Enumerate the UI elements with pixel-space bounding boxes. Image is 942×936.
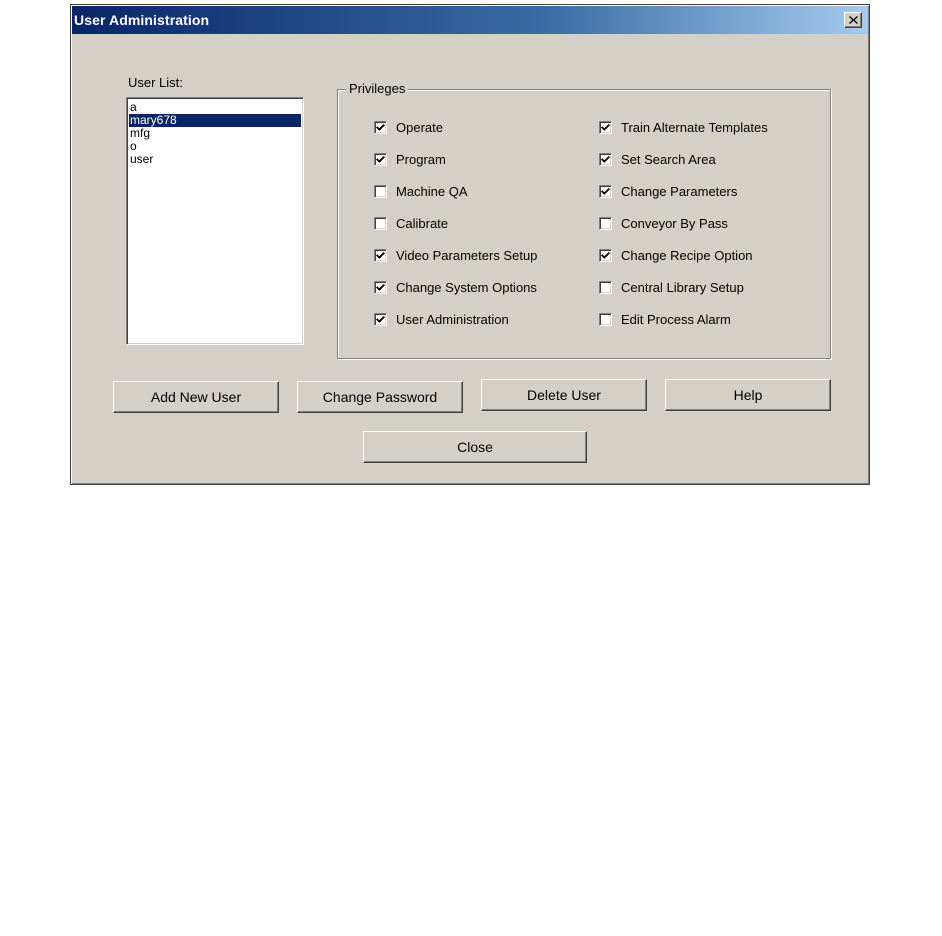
check-icon <box>376 251 385 260</box>
checkbox-box[interactable] <box>374 185 387 198</box>
privilege-checkbox-machine-qa[interactable]: Machine QA <box>374 184 468 199</box>
checkbox-box[interactable] <box>374 217 387 230</box>
checkbox-box[interactable] <box>599 121 612 134</box>
privilege-checkbox-change-system-options[interactable]: Change System Options <box>374 280 537 295</box>
privilege-label: Machine QA <box>396 184 468 199</box>
checkbox-box[interactable] <box>599 153 612 166</box>
check-icon <box>376 283 385 292</box>
privilege-checkbox-change-parameters[interactable]: Change Parameters <box>599 184 737 199</box>
check-icon <box>376 155 385 164</box>
privilege-label: Central Library Setup <box>621 280 744 295</box>
privilege-label: Calibrate <box>396 216 449 231</box>
privilege-label: Change Parameters <box>621 184 738 199</box>
check-icon <box>601 187 610 196</box>
privilege-label: Program <box>396 152 446 167</box>
user-administration-dialog: User Administration User List: a mary678 m… <box>70 4 870 485</box>
checkbox-box[interactable] <box>599 313 612 326</box>
list-item[interactable]: user <box>129 153 301 166</box>
privilege-label: Change System Options <box>396 280 537 295</box>
help-button[interactable]: Help <box>665 379 831 411</box>
check-icon <box>601 155 610 164</box>
checkbox-box[interactable] <box>599 217 612 230</box>
privilege-checkbox-program[interactable]: Program <box>374 152 446 167</box>
privilege-label: User Administration <box>396 312 509 327</box>
privilege-checkbox-change-recipe-option[interactable]: Change Recipe Option <box>599 248 753 263</box>
add-new-user-button[interactable]: Add New User <box>113 381 279 413</box>
change-password-button[interactable]: Change Password <box>297 381 463 413</box>
window-title: User Administration <box>74 12 210 28</box>
check-icon <box>376 123 385 132</box>
close-button[interactable]: Close <box>363 431 587 463</box>
check-icon <box>376 315 385 324</box>
privilege-label: Edit Process Alarm <box>621 312 731 327</box>
privilege-label: Set Search Area <box>621 152 716 167</box>
check-icon <box>601 123 610 132</box>
checkbox-box[interactable] <box>599 249 612 262</box>
check-icon <box>601 251 610 260</box>
title-bar[interactable]: User Administration <box>72 6 868 34</box>
user-list[interactable]: a mary678 mfg o user <box>126 97 304 345</box>
checkbox-box[interactable] <box>374 121 387 134</box>
privilege-label: Conveyor By Pass <box>621 216 728 231</box>
list-item[interactable]: o <box>129 140 301 153</box>
privilege-label: Video Parameters Setup <box>396 248 538 263</box>
privilege-label: Train Alternate Templates <box>621 120 768 135</box>
privilege-checkbox-conveyor-by-pass[interactable]: Conveyor By Pass <box>599 216 728 231</box>
list-item[interactable]: mary678 <box>129 114 301 127</box>
close-window-button[interactable] <box>844 12 862 28</box>
checkbox-box[interactable] <box>599 185 612 198</box>
delete-user-button[interactable]: Delete User <box>481 379 647 411</box>
list-item[interactable]: mfg <box>129 127 301 140</box>
user-list-label: User List: <box>128 75 183 90</box>
checkbox-box[interactable] <box>374 153 387 166</box>
privilege-label: Change Recipe Option <box>621 248 753 263</box>
privilege-label: Operate <box>396 120 443 135</box>
checkbox-box[interactable] <box>599 281 612 294</box>
close-icon <box>848 11 858 29</box>
privilege-checkbox-video-parameters-setup[interactable]: Video Parameters Setup <box>374 248 537 263</box>
privilege-checkbox-train-alternate-templates[interactable]: Train Alternate Templates <box>599 120 768 135</box>
checkbox-box[interactable] <box>374 281 387 294</box>
privilege-checkbox-set-search-area[interactable]: Set Search Area <box>599 152 716 167</box>
checkbox-box[interactable] <box>374 249 387 262</box>
checkbox-box[interactable] <box>374 313 387 326</box>
privileges-label: Privileges <box>346 81 409 96</box>
privilege-checkbox-calibrate[interactable]: Calibrate <box>374 216 448 231</box>
privilege-checkbox-edit-process-alarm[interactable]: Edit Process Alarm <box>599 312 731 327</box>
privileges-group: Privileges Operate Program Machine QA Calib… <box>337 81 831 359</box>
privilege-checkbox-central-library-setup[interactable]: Central Library Setup <box>599 280 744 295</box>
privilege-checkbox-operate[interactable]: Operate <box>374 120 443 135</box>
privilege-checkbox-user-administration[interactable]: User Administration <box>374 312 509 327</box>
